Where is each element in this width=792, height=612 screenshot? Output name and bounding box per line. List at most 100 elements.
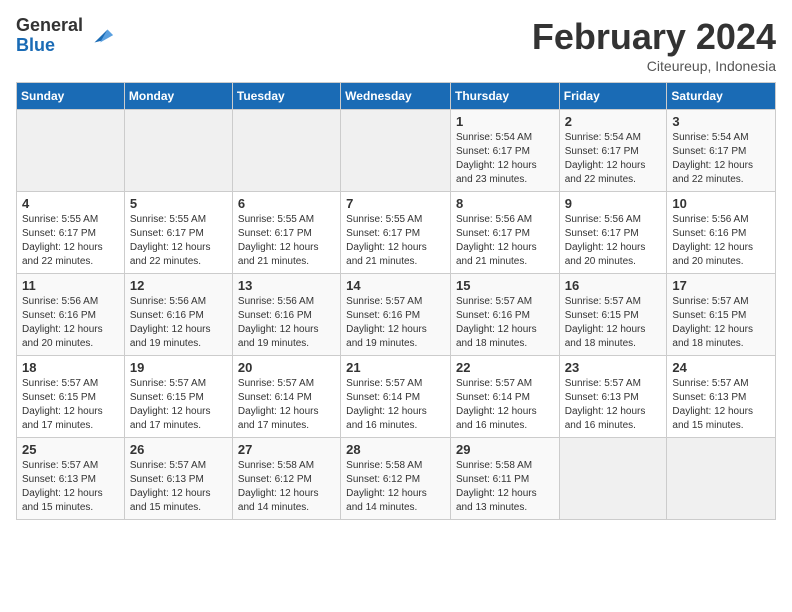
month-title: February 2024 [532, 16, 776, 58]
day-number: 5 [130, 196, 227, 211]
day-info: Sunrise: 5:56 AMSunset: 6:16 PMDaylight:… [22, 295, 119, 351]
day-number: 24 [672, 360, 770, 375]
day-number: 15 [456, 278, 554, 293]
day-number: 7 [346, 196, 445, 211]
day-info: Sunrise: 5:57 AMSunset: 6:16 PMDaylight:… [346, 295, 445, 351]
day-number: 28 [346, 442, 445, 457]
day-info: Sunrise: 5:56 AMSunset: 6:17 PMDaylight:… [456, 213, 554, 269]
day-cell: 3 Sunrise: 5:54 AMSunset: 6:17 PMDaylight… [667, 110, 776, 192]
day-cell [667, 438, 776, 520]
day-number: 8 [456, 196, 554, 211]
day-info: Sunrise: 5:54 AMSunset: 6:17 PMDaylight:… [456, 131, 554, 187]
weekday-header-thursday: Thursday [450, 83, 559, 110]
day-info: Sunrise: 5:56 AMSunset: 6:16 PMDaylight:… [672, 213, 770, 269]
day-number: 23 [565, 360, 662, 375]
logo-icon [87, 22, 115, 50]
week-row-5: 25 Sunrise: 5:57 AMSunset: 6:13 PMDayligh… [17, 438, 776, 520]
day-info: Sunrise: 5:57 AMSunset: 6:13 PMDaylight:… [565, 377, 662, 433]
day-cell: 26 Sunrise: 5:57 AMSunset: 6:13 PMDayligh… [124, 438, 232, 520]
weekday-header-row: SundayMondayTuesdayWednesdayThursdayFrid… [17, 83, 776, 110]
day-number: 16 [565, 278, 662, 293]
day-cell [341, 110, 451, 192]
day-cell: 7 Sunrise: 5:55 AMSunset: 6:17 PMDaylight… [341, 192, 451, 274]
day-number: 25 [22, 442, 119, 457]
day-number: 26 [130, 442, 227, 457]
weekday-header-friday: Friday [559, 83, 667, 110]
day-cell: 28 Sunrise: 5:58 AMSunset: 6:12 PMDayligh… [341, 438, 451, 520]
day-cell [17, 110, 125, 192]
day-number: 29 [456, 442, 554, 457]
day-info: Sunrise: 5:58 AMSunset: 6:12 PMDaylight:… [346, 459, 445, 515]
weekday-header-sunday: Sunday [17, 83, 125, 110]
day-info: Sunrise: 5:57 AMSunset: 6:14 PMDaylight:… [346, 377, 445, 433]
day-info: Sunrise: 5:56 AMSunset: 6:17 PMDaylight:… [565, 213, 662, 269]
day-info: Sunrise: 5:57 AMSunset: 6:13 PMDaylight:… [130, 459, 227, 515]
day-info: Sunrise: 5:58 AMSunset: 6:11 PMDaylight:… [456, 459, 554, 515]
day-number: 27 [238, 442, 335, 457]
day-info: Sunrise: 5:58 AMSunset: 6:12 PMDaylight:… [238, 459, 335, 515]
day-cell: 1 Sunrise: 5:54 AMSunset: 6:17 PMDaylight… [450, 110, 559, 192]
logo-blue-text: Blue [16, 36, 83, 56]
day-cell: 10 Sunrise: 5:56 AMSunset: 6:16 PMDayligh… [667, 192, 776, 274]
day-cell: 29 Sunrise: 5:58 AMSunset: 6:11 PMDayligh… [450, 438, 559, 520]
day-cell: 15 Sunrise: 5:57 AMSunset: 6:16 PMDayligh… [450, 274, 559, 356]
day-number: 11 [22, 278, 119, 293]
day-cell: 23 Sunrise: 5:57 AMSunset: 6:13 PMDayligh… [559, 356, 667, 438]
day-cell: 16 Sunrise: 5:57 AMSunset: 6:15 PMDayligh… [559, 274, 667, 356]
day-cell: 6Sunrise: 5:55 AMSunset: 6:17 PMDaylight… [232, 192, 340, 274]
day-cell: 20 Sunrise: 5:57 AMSunset: 6:14 PMDayligh… [232, 356, 340, 438]
day-info: Sunrise: 5:56 AMSunset: 6:16 PMDaylight:… [130, 295, 227, 351]
title-block: February 2024 Citeureup, Indonesia [532, 16, 776, 74]
day-info: Sunrise: 5:55 AMSunset: 6:17 PMDaylight:… [346, 213, 445, 269]
location-text: Citeureup, Indonesia [532, 58, 776, 74]
day-info: Sunrise: 5:57 AMSunset: 6:15 PMDaylight:… [130, 377, 227, 433]
day-cell: 11 Sunrise: 5:56 AMSunset: 6:16 PMDayligh… [17, 274, 125, 356]
day-cell: 25 Sunrise: 5:57 AMSunset: 6:13 PMDayligh… [17, 438, 125, 520]
day-number: 1 [456, 114, 554, 129]
day-info: Sunrise: 5:55 AMSunset: 6:17 PMDaylight:… [130, 213, 227, 269]
day-info: Sunrise: 5:57 AMSunset: 6:14 PMDaylight:… [238, 377, 335, 433]
day-cell: 17Sunrise: 5:57 AMSunset: 6:15 PMDayligh… [667, 274, 776, 356]
day-info: Sunrise: 5:54 AMSunset: 6:17 PMDaylight:… [565, 131, 662, 187]
day-number: 17 [672, 278, 770, 293]
day-number: 10 [672, 196, 770, 211]
day-cell: 24 Sunrise: 5:57 AMSunset: 6:13 PMDayligh… [667, 356, 776, 438]
page-header: General Blue February 2024 Citeureup, In… [16, 16, 776, 74]
day-number: 3 [672, 114, 770, 129]
day-number: 18 [22, 360, 119, 375]
day-info: Sunrise: 5:57 AMSunset: 6:13 PMDaylight:… [22, 459, 119, 515]
day-number: 20 [238, 360, 335, 375]
day-number: 14 [346, 278, 445, 293]
day-info: Sunrise: 5:57 AMSunset: 6:14 PMDaylight:… [456, 377, 554, 433]
day-cell: 2 Sunrise: 5:54 AMSunset: 6:17 PMDaylight… [559, 110, 667, 192]
day-info: Sunrise: 5:54 AMSunset: 6:17 PMDaylight:… [672, 131, 770, 187]
day-number: 4 [22, 196, 119, 211]
weekday-header-tuesday: Tuesday [232, 83, 340, 110]
day-number: 21 [346, 360, 445, 375]
day-number: 12 [130, 278, 227, 293]
day-number: 19 [130, 360, 227, 375]
day-cell: 18 Sunrise: 5:57 AMSunset: 6:15 PMDayligh… [17, 356, 125, 438]
day-info: Sunrise: 5:57 AMSunset: 6:13 PMDaylight:… [672, 377, 770, 433]
day-number: 6 [238, 196, 335, 211]
day-info: Sunrise: 5:57 AMSunset: 6:16 PMDaylight:… [456, 295, 554, 351]
day-cell: 19 Sunrise: 5:57 AMSunset: 6:15 PMDayligh… [124, 356, 232, 438]
day-cell: 4 Sunrise: 5:55 AMSunset: 6:17 PMDaylight… [17, 192, 125, 274]
weekday-header-wednesday: Wednesday [341, 83, 451, 110]
day-number: 13 [238, 278, 335, 293]
day-info: Sunrise: 5:57 AMSunset: 6:15 PMDaylight:… [22, 377, 119, 433]
weekday-header-monday: Monday [124, 83, 232, 110]
calendar-table: SundayMondayTuesdayWednesdayThursdayFrid… [16, 82, 776, 520]
day-cell: 8 Sunrise: 5:56 AMSunset: 6:17 PMDaylight… [450, 192, 559, 274]
weekday-header-saturday: Saturday [667, 83, 776, 110]
week-row-3: 11 Sunrise: 5:56 AMSunset: 6:16 PMDayligh… [17, 274, 776, 356]
day-cell [559, 438, 667, 520]
day-cell: 5 Sunrise: 5:55 AMSunset: 6:17 PMDaylight… [124, 192, 232, 274]
day-number: 22 [456, 360, 554, 375]
day-number: 9 [565, 196, 662, 211]
day-info: Sunrise: 5:57 AMSunset: 6:15 PMDaylight:… [565, 295, 662, 351]
day-info: Sunrise: 5:55 AMSunset: 6:17 PMDaylight:… [22, 213, 119, 269]
week-row-4: 18 Sunrise: 5:57 AMSunset: 6:15 PMDayligh… [17, 356, 776, 438]
day-number: 2 [565, 114, 662, 129]
logo: General Blue [16, 16, 115, 56]
